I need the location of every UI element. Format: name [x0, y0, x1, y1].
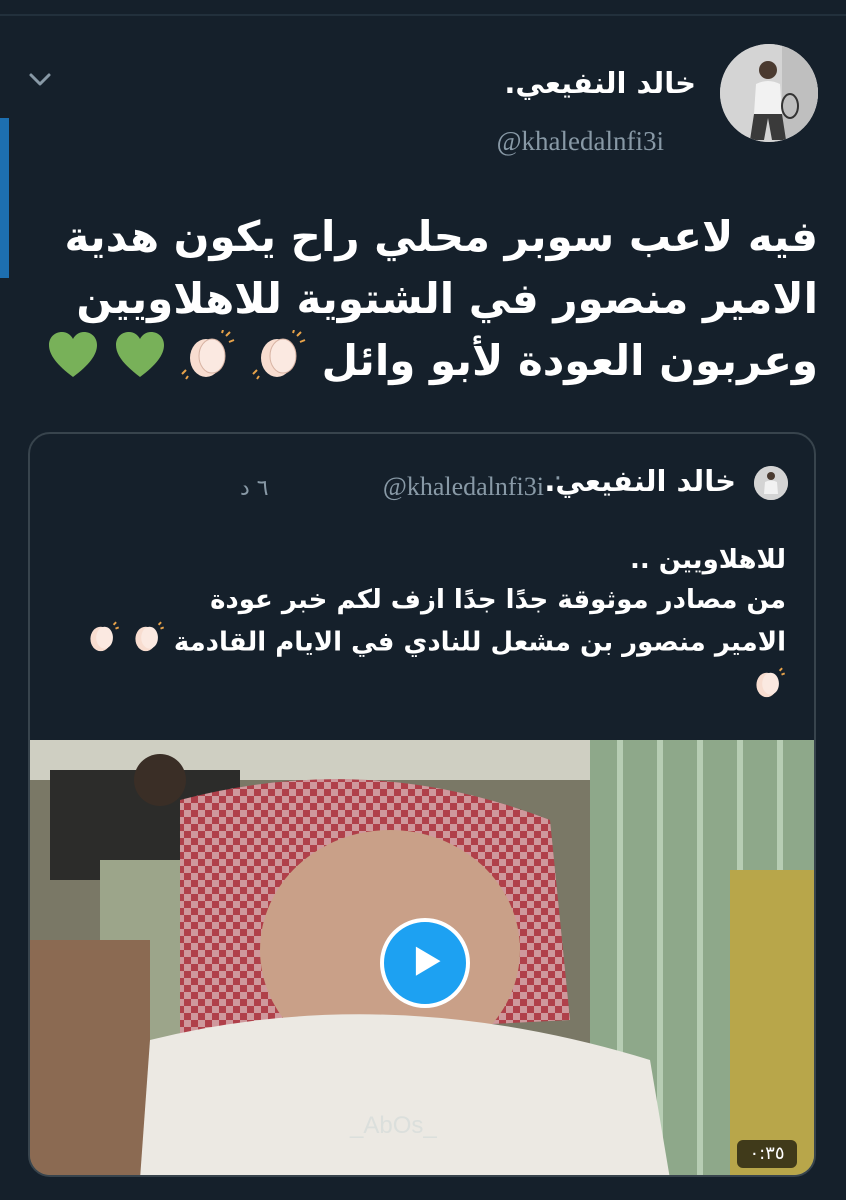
quoted-line-with-emoji: الامير منصور بن مشعل للنادي في الايام ال… [46, 620, 786, 666]
quoted-line: للاهلاويين .. [629, 545, 786, 575]
separator-dot: · [553, 464, 562, 494]
avatar[interactable] [720, 44, 818, 142]
quoted-emoji-line [46, 666, 786, 712]
quoted-tweet-text: للاهلاويين .. من مصادر موثوقة جدًا جدًا … [46, 540, 786, 712]
quoted-timestamp[interactable]: ٦ د [240, 476, 269, 501]
play-icon[interactable] [380, 918, 470, 1008]
green-heart-icon [114, 331, 166, 396]
thread-accent-bar [0, 118, 9, 278]
clapping-hands-icon [750, 666, 786, 712]
quoted-author-handle[interactable]: @khaledalnfi3i [383, 472, 544, 502]
clapping-hands-icon [180, 329, 236, 397]
clapping-hands-icon [251, 329, 307, 397]
video-duration-badge: ٠:٣٥ [737, 1140, 797, 1168]
quoted-author-name[interactable]: خالد النفيعي. [544, 464, 736, 498]
clapping-hands-icon [129, 620, 165, 666]
quoted-line: من مصادر موثوقة جدًا جدًا ازف لكم خبر عو… [210, 585, 786, 615]
video-watermark: _AbOs_ [350, 1112, 437, 1139]
chevron-down-icon[interactable] [26, 66, 54, 94]
tweet-line: فيه لاعب سوبر محلي راح يكون هدية [64, 212, 818, 261]
author-name[interactable]: خالد النفيعي. [504, 66, 696, 100]
quoted-tweet-card[interactable]: خالد النفيعي. @khaledalnfi3i · ٦ د للاهل… [28, 432, 816, 1177]
green-heart-icon [47, 331, 99, 396]
tweet-line: وعربون العودة لأبو وائل [321, 336, 818, 385]
quoted-line: الامير منصور بن مشعل للنادي في الايام ال… [173, 627, 786, 658]
author-handle[interactable]: @khaledalnfi3i [497, 126, 664, 157]
video-player[interactable]: _AbOs_ ٠:٣٥ [30, 740, 814, 1175]
tweet-text: فيه لاعب سوبر محلي راح يكون هدية الامير … [18, 206, 818, 397]
top-divider [0, 14, 846, 16]
tweet-line: الامير منصور في الشتوية للاهلاويين [76, 274, 818, 323]
clapping-hands-icon [84, 620, 120, 666]
tweet-line-with-emoji: وعربون العودة لأبو وائل [18, 329, 818, 397]
avatar[interactable] [754, 466, 788, 500]
